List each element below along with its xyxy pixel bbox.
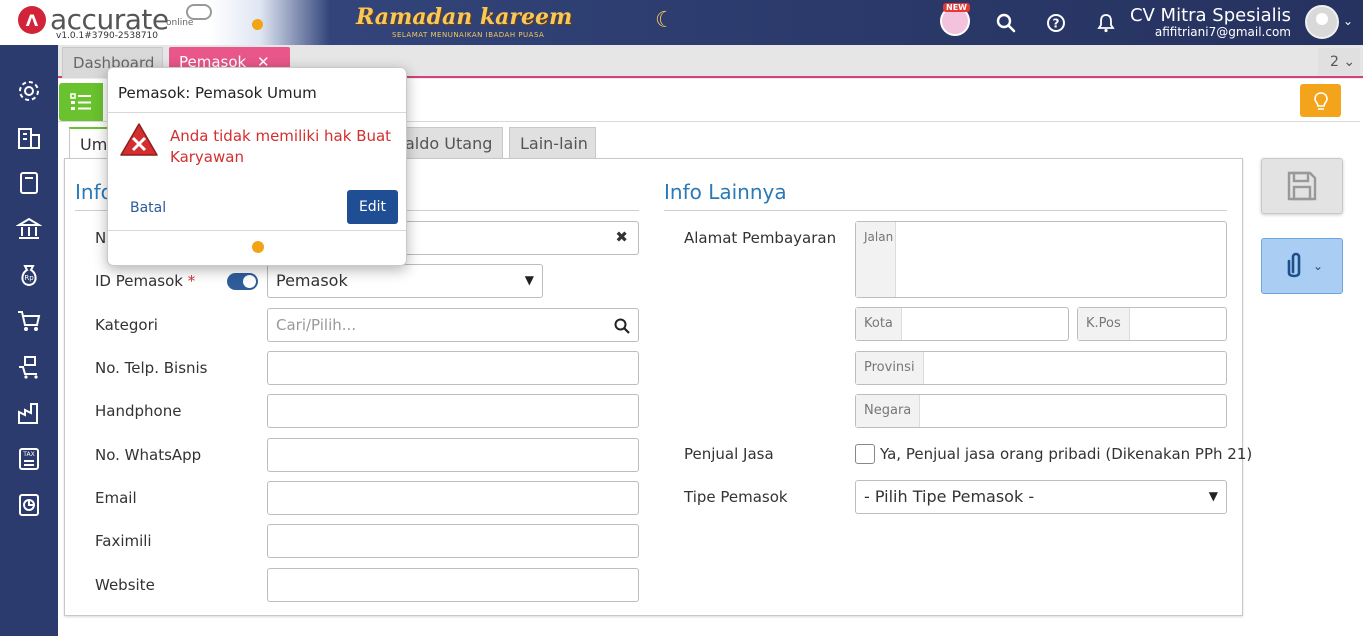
moon-icon: ☾ xyxy=(655,8,675,33)
email-label: Email xyxy=(95,489,137,507)
banner-title: Ramadan kareem xyxy=(356,4,573,30)
list-icon xyxy=(70,93,91,110)
top-header: Λ accurate online v1.0.1#3790-2538710 Ra… xyxy=(0,0,1363,45)
email-input[interactable] xyxy=(267,481,639,515)
user-avatar[interactable] xyxy=(1305,5,1339,39)
svg-text:Rp: Rp xyxy=(24,274,34,282)
id-pemasok-select[interactable]: Pemasok ▼ xyxy=(267,264,543,298)
telp-bisnis-label: No. Telp. Bisnis xyxy=(95,359,208,377)
chevron-down-icon: ▼ xyxy=(524,273,534,287)
clear-icon[interactable]: ✖ xyxy=(615,228,628,246)
section-divider xyxy=(664,210,1227,211)
id-pemasok-value: Pemasok xyxy=(276,271,348,290)
svg-text:?: ? xyxy=(1053,17,1060,31)
required-marker: * xyxy=(187,272,196,290)
whatsapp-label: No. WhatsApp xyxy=(95,446,202,464)
status-dot xyxy=(252,19,263,30)
provinsi-addon: Provinsi xyxy=(856,352,924,384)
kota-addon: Kota xyxy=(856,308,902,340)
user-email: afifitriani7@gmail.com xyxy=(1154,25,1291,39)
kategori-placeholder: Cari/Pilih... xyxy=(276,316,357,334)
tab-saldo-utang[interactable]: aldo Utang xyxy=(395,127,503,159)
tipe-pemasok-value: - Pilih Tipe Pemasok - xyxy=(864,487,1035,506)
tips-button[interactable] xyxy=(1300,84,1341,117)
name-label: N xyxy=(95,229,107,247)
report-icon[interactable] xyxy=(15,491,43,519)
tab-umum[interactable]: Um xyxy=(69,127,109,159)
id-pemasok-label-text: ID Pemasok xyxy=(95,272,183,290)
notification-bell-icon[interactable] xyxy=(1091,8,1121,38)
tax-icon[interactable]: TAX xyxy=(15,445,43,473)
penjual-jasa-checkbox-text[interactable]: Ya, Penjual jasa orang pribadi (Dikenaka… xyxy=(880,445,1252,463)
popover-divider xyxy=(108,112,406,113)
list-view-button[interactable] xyxy=(59,83,103,121)
factory-icon[interactable] xyxy=(15,399,43,427)
faximili-input[interactable] xyxy=(267,524,639,558)
lightbulb-icon xyxy=(1313,91,1328,110)
help-icon[interactable]: ? xyxy=(1041,8,1071,38)
kategori-search-input[interactable]: Cari/Pilih... xyxy=(267,308,639,342)
building-icon[interactable] xyxy=(15,123,43,151)
sidebar: Rp TAX xyxy=(0,45,58,636)
negara-addon: Negara xyxy=(856,395,921,427)
money-bag-icon[interactable]: Rp xyxy=(15,261,43,289)
gear-icon[interactable] xyxy=(15,77,43,105)
telp-bisnis-input[interactable] xyxy=(267,351,639,385)
attachment-button[interactable]: ⌄ xyxy=(1261,238,1343,294)
status-dot xyxy=(252,241,264,253)
cart-icon[interactable] xyxy=(15,307,43,335)
popover-error-message: Anda tidak memiliki hak Buat Karyawan xyxy=(170,127,392,166)
negara-input[interactable]: Negara xyxy=(855,394,1227,428)
chevron-down-icon[interactable]: ⌄ xyxy=(1343,14,1353,28)
alamat-label: Alamat Pembayaran xyxy=(684,229,837,247)
book-icon[interactable] xyxy=(15,169,43,197)
handphone-label: Handphone xyxy=(95,402,182,420)
app-logo[interactable]: Λ accurate xyxy=(18,6,169,34)
company-name[interactable]: CV Mitra Spesialis xyxy=(1130,5,1291,26)
new-badge: NEW xyxy=(943,3,970,12)
kota-input[interactable]: Kota xyxy=(855,307,1069,341)
permission-error-popover: Pemasok: Pemasok Umum Anda tidak memilik… xyxy=(107,67,407,266)
kategori-label: Kategori xyxy=(95,316,158,334)
search-icon xyxy=(614,318,630,334)
paperclip-icon xyxy=(1287,252,1301,278)
kpos-addon: K.Pos xyxy=(1078,308,1130,340)
website-input[interactable] xyxy=(267,568,639,602)
id-pemasok-label: ID Pemasok * xyxy=(95,272,195,290)
tipe-pemasok-label: Tipe Pemasok xyxy=(684,488,788,506)
svg-text:TAX: TAX xyxy=(22,451,34,458)
tipe-pemasok-select[interactable]: - Pilih Tipe Pemasok - ▼ xyxy=(855,480,1227,514)
penjual-jasa-checkbox[interactable] xyxy=(855,444,875,464)
chevron-down-icon: ▼ xyxy=(1208,489,1218,503)
penjual-jasa-label: Penjual Jasa xyxy=(684,445,774,463)
save-button[interactable] xyxy=(1261,158,1343,214)
chevron-down-icon: ⌄ xyxy=(1312,259,1324,273)
tab-count-dropdown[interactable]: 2 ⌄ xyxy=(1318,48,1360,76)
faximili-label: Faximili xyxy=(95,532,152,550)
handphone-input[interactable] xyxy=(267,394,639,428)
search-icon[interactable] xyxy=(991,8,1021,38)
error-icon xyxy=(120,123,158,156)
cart-stock-icon[interactable] xyxy=(15,353,43,381)
tab-lain-lain[interactable]: Lain-lain xyxy=(509,127,596,159)
kpos-input[interactable]: K.Pos xyxy=(1077,307,1227,341)
edit-button[interactable]: Edit xyxy=(347,190,398,224)
auto-number-toggle[interactable] xyxy=(227,273,258,290)
popover-title: Pemasok: Pemasok Umum xyxy=(118,84,317,102)
cancel-button[interactable]: Batal xyxy=(130,200,166,216)
provinsi-input[interactable]: Provinsi xyxy=(855,351,1227,385)
jalan-addon: Jalan xyxy=(856,222,896,297)
version-label: v1.0.1#3790-2538710 xyxy=(56,31,159,41)
popover-divider xyxy=(108,230,406,231)
logo-mark-icon: Λ xyxy=(18,6,46,34)
logo-text: accurate xyxy=(50,3,169,36)
bank-icon[interactable] xyxy=(15,215,43,243)
whatsapp-input[interactable] xyxy=(267,438,639,472)
save-icon xyxy=(1287,171,1317,201)
website-label: Website xyxy=(95,576,155,594)
jalan-textarea[interactable]: Jalan xyxy=(855,221,1227,298)
section-title-info-lainnya: Info Lainnya xyxy=(664,180,787,204)
banner-subtitle: SELAMAT MENUNAIKAN IBADAH PUASA xyxy=(392,31,545,39)
logo-online-label: online xyxy=(166,18,194,28)
